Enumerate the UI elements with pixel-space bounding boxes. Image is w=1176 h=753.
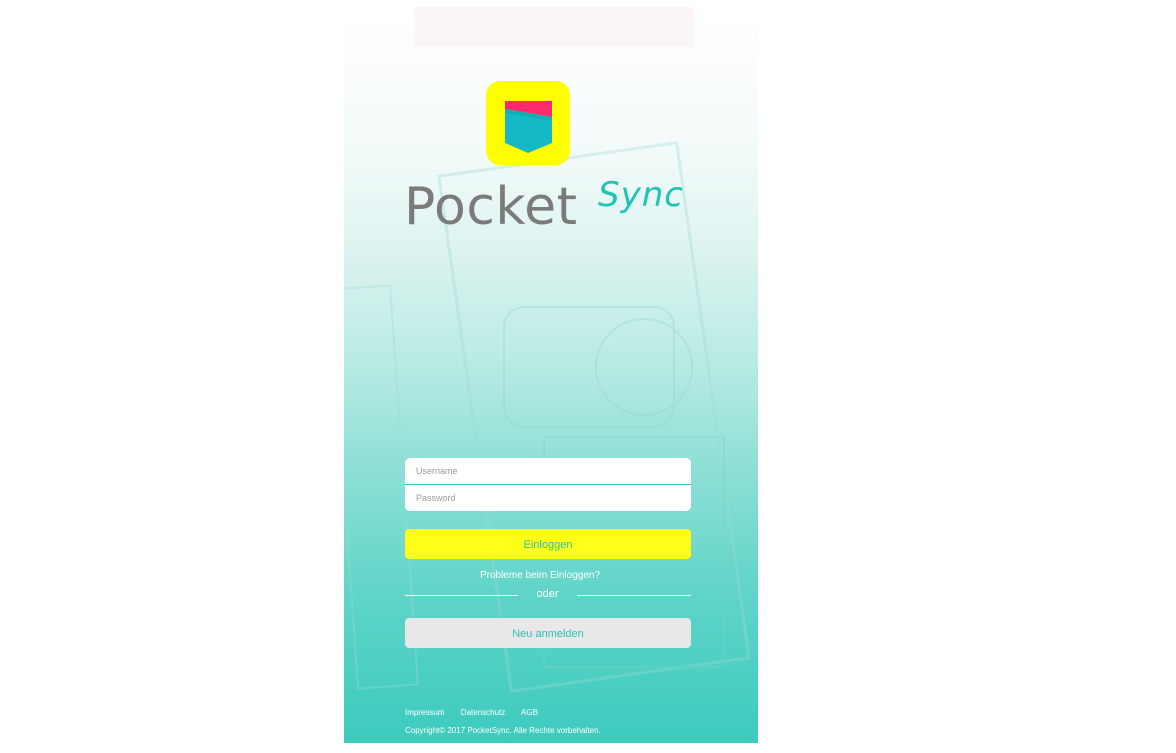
footer-link-agb[interactable]: AGB <box>521 708 538 717</box>
login-button[interactable]: Einloggen <box>405 529 691 559</box>
wordmark-sync: Sync <box>598 175 684 215</box>
pocket-logo-icon <box>505 101 552 153</box>
copyright-text: Copyright© 2017 PocketSync. Alle Rechte … <box>405 726 601 735</box>
footer-link-impressum[interactable]: Impressum <box>405 708 445 717</box>
pocketsync-wordmark: Pocket Sync <box>404 175 694 239</box>
register-button[interactable]: Neu anmelden <box>405 618 691 648</box>
wordmark-pocket: Pocket <box>404 177 578 237</box>
login-problems-link[interactable]: Probleme beim Einloggen? <box>405 570 675 581</box>
footer-link-datenschutz[interactable]: Datenschutz <box>461 708 505 717</box>
separator-label: oder <box>536 588 559 600</box>
footer-links: Impressum Datenschutz AGB <box>405 708 552 717</box>
login-screen: Pocket Sync Einloggen Probleme beim Einl… <box>344 7 758 743</box>
divider-right <box>577 595 691 596</box>
divider-left <box>405 595 518 596</box>
login-form <box>405 458 691 511</box>
app-logo-icon <box>486 81 570 165</box>
username-input[interactable] <box>405 458 691 485</box>
password-input[interactable] <box>405 485 691 511</box>
